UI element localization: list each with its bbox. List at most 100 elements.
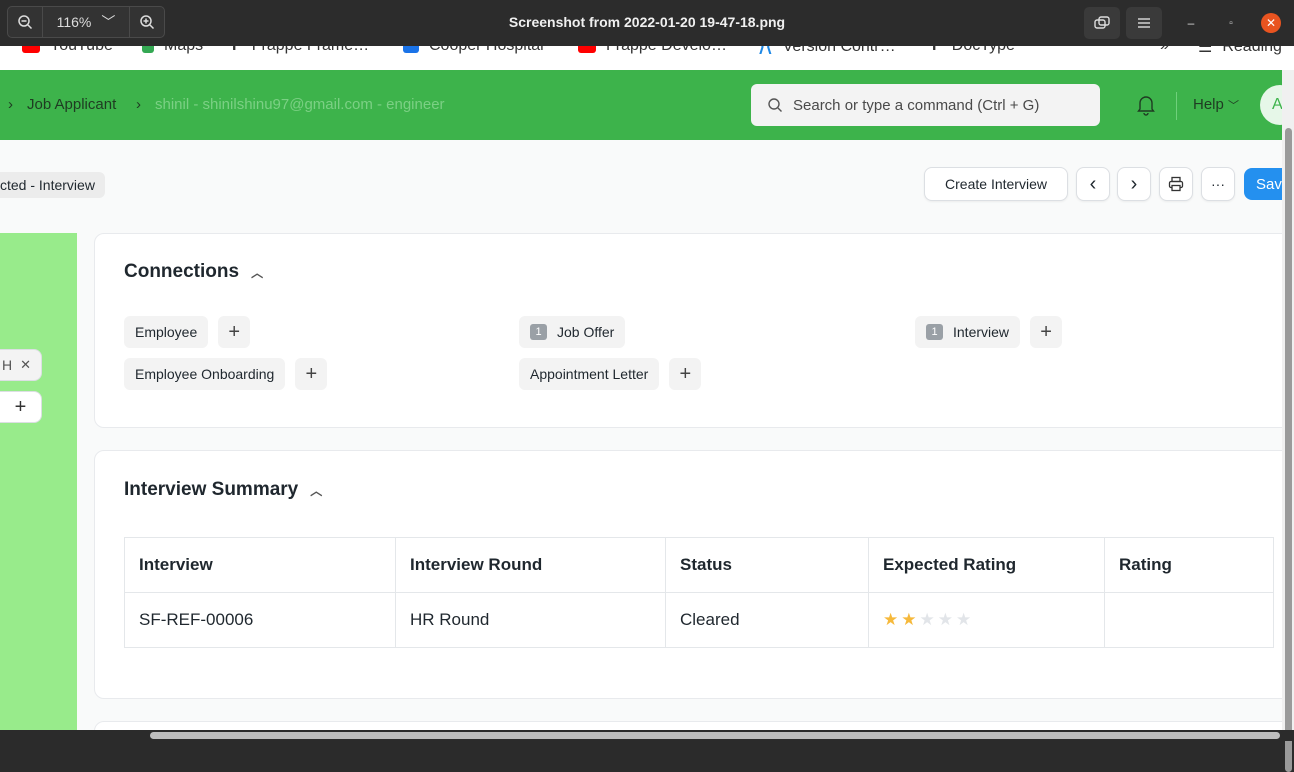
close-button[interactable]: ✕ (1261, 13, 1281, 33)
sidebar-add-button[interactable]: + (0, 391, 42, 423)
viewer-titlebar: 116% ﹀ Screenshot from 2022-01-20 19-47-… (0, 0, 1294, 46)
chevron-left-icon: ‹ (1089, 172, 1097, 195)
connection-job-offer: 1 Job Offer (519, 316, 626, 348)
print-button[interactable] (1159, 167, 1193, 201)
chevron-up-icon: ︿ (251, 265, 264, 280)
interview-round-cell: HR Round (395, 592, 666, 648)
create-interview-button[interactable]: Create Interview (924, 167, 1068, 201)
next-doc-button[interactable]: › (1117, 167, 1151, 201)
connections-card: Connections ︿ Employee + Employee Onboar… (94, 233, 1282, 428)
minimize-icon: – (1187, 16, 1195, 30)
close-icon: ✕ (1265, 16, 1277, 30)
breadcrumb-doctype-link[interactable]: Job Applicant (27, 96, 116, 113)
connections-section-header[interactable]: Connections ︿ (124, 261, 263, 283)
star-filled-icon: ★ (901, 610, 917, 629)
awesomebar-search[interactable]: Search or type a command (Ctrl + G) (751, 84, 1100, 126)
maximize-icon: ▫ (1229, 17, 1233, 29)
column-header: Rating (1104, 537, 1274, 593)
interview-cell: SF-REF-00006 (124, 592, 396, 648)
horizontal-scrollbar[interactable] (0, 730, 1294, 741)
star-rating: ★ ★ ★ ★ ★ (883, 610, 974, 629)
count-badge: 1 (530, 324, 547, 340)
status-indicator: cted - Interview (0, 172, 105, 198)
minimize-button[interactable]: – (1181, 13, 1201, 33)
ellipsis-icon: ··· (1211, 176, 1225, 192)
previous-doc-button[interactable]: ‹ (1076, 167, 1110, 201)
restore-view-button[interactable] (1084, 7, 1120, 39)
star-filled-icon: ★ (883, 610, 899, 629)
connection-employee: Employee + (124, 316, 251, 348)
interview-summary-section-header[interactable]: Interview Summary ︿ (124, 479, 322, 501)
interview-summary-card: Interview Summary ︿ Interview Interview … (94, 450, 1282, 699)
add-connection-button[interactable]: + (218, 316, 251, 348)
table-header-row: Interview Interview Round Status Expecte… (124, 537, 1274, 593)
vscode-icon: ⟩⟨ (758, 46, 773, 56)
add-connection-button[interactable]: + (1030, 316, 1063, 348)
scrollbar-thumb[interactable] (1285, 128, 1292, 772)
bookmark-frappe-framework[interactable]: FFrappe Frame… (232, 46, 369, 55)
star-empty-icon: ★ (956, 610, 972, 629)
star-empty-icon: ★ (919, 610, 935, 629)
chevron-right-icon: › (1130, 172, 1138, 195)
add-connection-button[interactable]: + (669, 358, 702, 390)
column-header: Interview Round (395, 537, 666, 593)
page-body: cted - Interview Create Interview ‹ › ··… (0, 140, 1282, 730)
connection-employee-onboarding: Employee Onboarding + (124, 358, 328, 390)
breadcrumb-separator: › (136, 96, 141, 113)
section-title: Interview Summary (124, 479, 299, 500)
chevron-up-icon: ︿ (310, 483, 323, 498)
help-dropdown[interactable]: Help ﹀ (1193, 96, 1239, 113)
frappe-icon: F (232, 46, 242, 55)
bookmarks-bar: t YouTube Maps FFrappe Frame… Cooper Hos… (0, 46, 1294, 70)
save-button[interactable]: Sav (1244, 168, 1282, 200)
hospital-icon (403, 46, 419, 53)
window-copy-icon (1094, 16, 1110, 29)
youtube-icon (578, 46, 596, 53)
bookmark-version-control[interactable]: ⟩⟨ Version Contr… (758, 46, 896, 57)
rating-cell (1104, 592, 1274, 648)
youtube-icon (22, 46, 40, 53)
menu-button[interactable] (1126, 7, 1162, 39)
notifications-button[interactable] (1136, 94, 1156, 121)
scrollbar-thumb[interactable] (150, 732, 1280, 739)
column-header: Interview (124, 537, 396, 593)
frappe-icon: F (932, 46, 942, 55)
printer-icon (1168, 176, 1184, 192)
vertical-scrollbar[interactable] (1282, 70, 1294, 772)
bookmark-cooper-hospital[interactable]: Cooper Hospital (403, 46, 544, 55)
navbar-divider (1176, 92, 1177, 120)
connection-link[interactable]: 1 Job Offer (519, 316, 626, 348)
star-empty-icon: ★ (937, 610, 953, 629)
connection-appointment-letter: Appointment Letter + (519, 358, 702, 390)
connection-link[interactable]: Appointment Letter (519, 358, 660, 390)
search-placeholder: Search or type a command (Ctrl + G) (793, 96, 1040, 114)
add-connection-button[interactable]: + (295, 358, 328, 390)
expected-rating-cell: ★ ★ ★ ★ ★ (868, 592, 1105, 648)
search-icon (768, 98, 782, 112)
sidebar-tag-chip: H ✕ (0, 349, 42, 381)
hamburger-icon (1138, 18, 1150, 28)
bookmark-frappe-developer[interactable]: Frappe Develo… (578, 46, 727, 55)
connection-link[interactable]: 1 Interview (915, 316, 1021, 348)
column-header: Status (665, 537, 869, 593)
table-row[interactable]: SF-REF-00006 HR Round Cleared ★ ★ ★ ★ ★ (124, 592, 1274, 648)
app-navbar: › Job Applicant › shinil - shinilshinu97… (0, 70, 1294, 140)
bookmark-maps[interactable]: Maps (142, 46, 203, 55)
maximize-button[interactable]: ▫ (1221, 13, 1241, 33)
bell-icon (1137, 96, 1155, 116)
reading-list-button[interactable]: ☰ Reading (1198, 46, 1282, 57)
breadcrumb-separator: › (8, 96, 13, 113)
connection-interview: 1 Interview + (915, 316, 1063, 348)
connection-link[interactable]: Employee (124, 316, 209, 348)
bookmarks-overflow-button[interactable]: » (1160, 46, 1169, 55)
count-badge: 1 (926, 324, 943, 340)
more-actions-button[interactable]: ··· (1201, 167, 1235, 201)
connection-link[interactable]: Employee Onboarding (124, 358, 286, 390)
close-icon[interactable]: ✕ (20, 357, 31, 373)
bookmark-doctype[interactable]: FDocType (932, 46, 1015, 55)
column-header: Expected Rating (868, 537, 1105, 593)
maps-icon (142, 46, 154, 53)
section-title: Connections (124, 261, 240, 282)
bookmark-youtube[interactable]: YouTube (22, 46, 113, 55)
next-section-card (94, 721, 1282, 730)
